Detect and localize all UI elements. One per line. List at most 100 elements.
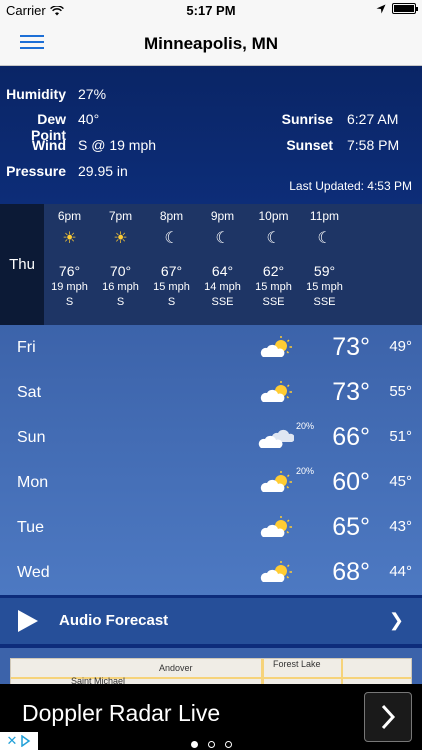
- daily-day: Fri: [17, 339, 36, 356]
- radar-map-section: Andover Forest Lake Saint Michael: [0, 648, 422, 688]
- daily-day: Sat: [17, 384, 42, 401]
- hour-item: 6pm ☀ 76° 19 mph S: [44, 204, 95, 325]
- moon-icon: ☾: [317, 230, 332, 247]
- hour-wind: 16 mph: [102, 281, 139, 293]
- hour-wind-dir: SSE: [211, 296, 234, 308]
- daily-low: 55°: [389, 383, 412, 400]
- battery-icon: [392, 3, 418, 14]
- page-title: Minneapolis, MN: [143, 34, 279, 53]
- pressure-row: Pressure 29.95 in: [0, 163, 128, 179]
- hour-wind-dir: S: [116, 296, 125, 308]
- sunrise-label: Sunrise: [281, 111, 333, 127]
- daily-high: 68°: [332, 558, 370, 586]
- pressure-label: Pressure: [6, 163, 66, 179]
- hour-wind-dir: S: [65, 296, 74, 308]
- daily-day: Mon: [17, 474, 49, 491]
- sunset-label: Sunset: [286, 137, 333, 153]
- daily-precip: 20%: [296, 466, 315, 476]
- moon-icon: ☾: [215, 230, 230, 247]
- hour-wind-dir: S: [167, 296, 176, 308]
- last-updated: Last Updated: 4:53 PM: [289, 179, 412, 193]
- sunset-value: 7:58 PM: [347, 137, 400, 153]
- hour-wind: 15 mph: [153, 281, 190, 293]
- daily-low: 51°: [389, 428, 412, 445]
- map-label: Forest Lake: [273, 659, 321, 669]
- hour-temp: 62°: [262, 263, 285, 279]
- sunrise-value: 6:27 AM: [347, 111, 399, 127]
- daily-row-wed[interactable]: Wed 68° 44°: [0, 550, 422, 595]
- hour-wind: 15 mph: [255, 281, 292, 293]
- audio-forecast-button[interactable]: Audio Forecast ❯: [0, 598, 422, 644]
- daily-precip: 20%: [296, 421, 315, 431]
- partly-cloudy-icon: [260, 516, 292, 537]
- daily-row-fri[interactable]: Fri 73° 49°: [0, 325, 422, 370]
- sunrise-row: Sunrise 6:27 AM: [277, 111, 399, 127]
- daily-low: 43°: [389, 518, 412, 535]
- hour-item: 9pm ☾ 64° 14 mph SSE: [197, 204, 248, 325]
- daily-low: 45°: [389, 473, 412, 490]
- hourly-list: 6pm ☀ 76° 19 mph S 7pm ☀ 70° 16 mph S 8p…: [44, 204, 350, 325]
- ad-open-button[interactable]: [364, 692, 412, 742]
- daily-high: 60°: [332, 468, 370, 496]
- chevron-right-icon: [381, 704, 396, 730]
- pressure-value: 29.95 in: [78, 163, 128, 179]
- daily-row-sat[interactable]: Sat 73° 55°: [0, 370, 422, 415]
- hour-time: 11pm: [309, 209, 340, 223]
- status-bar: Carrier 5:17 PM: [0, 0, 422, 22]
- partly-cloudy-icon: [260, 471, 292, 492]
- hourly-day-label: Thu: [0, 204, 44, 325]
- sun-icon: ☀: [113, 230, 128, 247]
- hour-item: 7pm ☀ 70° 16 mph S: [95, 204, 146, 325]
- hour-temp: 64°: [211, 263, 234, 279]
- hourly-forecast[interactable]: Thu 6pm ☀ 76° 19 mph S 7pm ☀ 70° 16 mph …: [0, 204, 422, 325]
- hour-temp: 59°: [313, 263, 336, 279]
- hour-wind: 14 mph: [204, 281, 241, 293]
- hour-time: 9pm: [210, 209, 235, 223]
- daily-day: Sun: [17, 429, 46, 446]
- audio-forecast-label: Audio Forecast: [59, 612, 169, 629]
- hour-time: 8pm: [159, 209, 184, 223]
- daily-forecast: Fri 73° 49° Sat 73° 55° Sun 20% 66° 51° …: [0, 325, 422, 595]
- humidity-row: Humidity 27%: [0, 86, 106, 102]
- current-conditions: Humidity 27% Dew Point 40° Wind S @ 19 m…: [0, 66, 422, 204]
- sunset-row: Sunset 7:58 PM: [277, 137, 399, 153]
- wind-label: Wind: [31, 137, 66, 153]
- play-icon: [18, 610, 38, 632]
- moon-icon: ☾: [164, 230, 179, 247]
- nav-bar: Minneapolis, MN: [0, 22, 422, 66]
- hour-wind: 15 mph: [306, 281, 343, 293]
- partly-cloudy-icon: [260, 336, 292, 357]
- daily-row-mon[interactable]: Mon 20% 60° 45°: [0, 460, 422, 505]
- ad-text: Doppler Radar Live: [22, 700, 221, 726]
- page-dot: [190, 741, 198, 748]
- humidity-value: 27%: [78, 86, 107, 102]
- moon-icon: ☾: [266, 230, 281, 247]
- daily-row-sun[interactable]: Sun 20% 66° 51°: [0, 415, 422, 460]
- wind-value: S @ 19 mph: [78, 137, 157, 153]
- daily-high: 66°: [332, 423, 370, 451]
- daily-high: 65°: [332, 513, 370, 541]
- sun-icon: ☀: [62, 230, 77, 247]
- hour-item: 10pm ☾ 62° 15 mph SSE: [248, 204, 299, 325]
- hour-time: 10pm: [258, 209, 289, 223]
- hour-temp: 76°: [58, 263, 81, 279]
- hour-item: 8pm ☾ 67° 15 mph S: [146, 204, 197, 325]
- map-label: Andover: [159, 663, 193, 673]
- location-arrow-icon: [376, 4, 386, 13]
- hour-item: 11pm ☾ 59° 15 mph SSE: [299, 204, 350, 325]
- daily-row-tue[interactable]: Tue 65° 43°: [0, 505, 422, 550]
- hour-time: 7pm: [108, 209, 133, 223]
- hour-time: 6pm: [57, 209, 82, 223]
- page-dot: [224, 741, 232, 748]
- page-indicator: [0, 741, 422, 748]
- daily-low: 49°: [389, 338, 412, 355]
- ad-banner[interactable]: Doppler Radar Live ✕: [0, 684, 422, 750]
- hour-wind-dir: SSE: [313, 296, 336, 308]
- humidity-label: Humidity: [6, 86, 66, 102]
- daily-high: 73°: [332, 378, 370, 406]
- partly-cloudy-icon: [260, 561, 292, 582]
- page-dot: [207, 741, 215, 748]
- daily-low: 44°: [389, 563, 412, 580]
- cloudy-icon: [258, 429, 294, 448]
- daily-day: Tue: [17, 519, 44, 536]
